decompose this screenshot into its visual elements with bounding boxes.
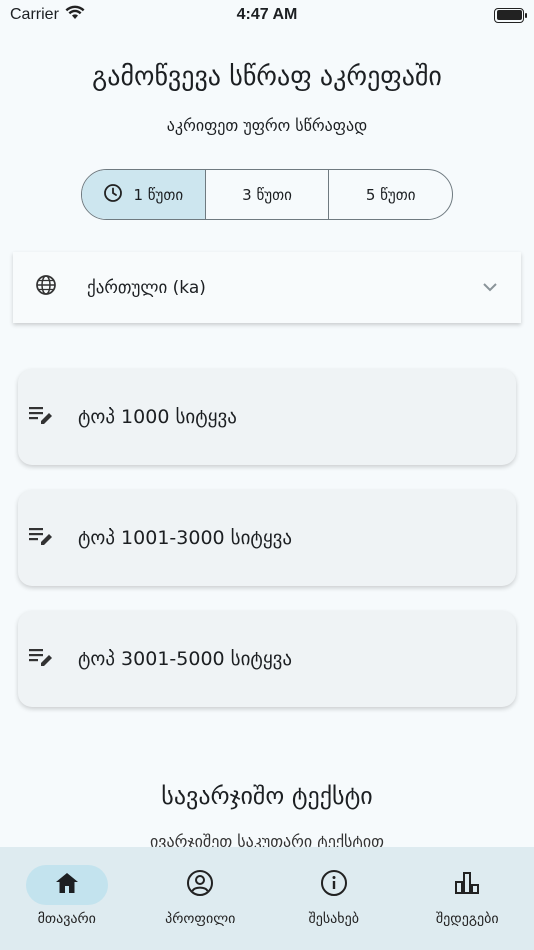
custom-text-title: სავარჯიშო ტექსტი [161, 782, 373, 810]
language-value: ქართული (ka) [87, 277, 206, 298]
chevron-down-icon [481, 278, 499, 298]
duration-option-label: 5 წუთი [365, 185, 416, 204]
nav-item-profile[interactable]: პროფილი [134, 847, 268, 950]
nav-icon-container [159, 865, 241, 905]
nav-item-home[interactable]: მთავარი [0, 847, 134, 950]
chart-icon [453, 870, 481, 900]
nav-icon-container [25, 865, 108, 905]
nav-icon-container [426, 865, 508, 905]
page-title: გამოწვევა სწრაფ აკრეფაში [92, 62, 442, 92]
nav-label: პროფილი [165, 911, 236, 927]
nav-label: შესახებ [308, 911, 359, 927]
duration-selector: 1 წუთი 3 წუთი 5 წუთი [81, 169, 453, 220]
edit-list-icon [28, 646, 54, 673]
nav-item-about[interactable]: შესახებ [267, 847, 401, 950]
duration-option-3[interactable]: 3 წუთი [206, 170, 330, 219]
page-subtitle: აკრიფეთ უფრო სწრაფად [166, 116, 368, 135]
info-icon [320, 869, 348, 901]
duration-option-label: 3 წუთი [242, 185, 292, 204]
word-list-card-top-1000[interactable]: ტოპ 1000 სიტყვა [18, 369, 516, 465]
duration-option-label: 1 წუთი [133, 185, 184, 204]
word-list-label: ტოპ 3001-5000 სიტყვა [78, 648, 293, 670]
nav-label: მთავარი [37, 911, 96, 927]
clock-icon [103, 183, 123, 207]
battery-icon [494, 7, 527, 23]
home-icon [54, 871, 80, 899]
language-dropdown[interactable]: ქართული (ka) [13, 252, 521, 323]
profile-icon [186, 869, 214, 901]
edit-list-icon [28, 404, 54, 431]
word-list-label: ტოპ 1000 სიტყვა [78, 406, 237, 428]
duration-option-1[interactable]: 1 წუთი [82, 170, 206, 219]
status-left: Carrier [10, 5, 85, 25]
nav-label: შედეგები [435, 911, 499, 927]
duration-option-5[interactable]: 5 წუთი [329, 170, 452, 219]
wifi-icon [65, 5, 85, 25]
word-list-label: ტოპ 1001-3000 სიტყვა [78, 527, 293, 549]
status-bar: Carrier 4:47 AM [0, 0, 534, 30]
word-list-card-top-1001-3000[interactable]: ტოპ 1001-3000 სიტყვა [18, 490, 516, 586]
carrier-label: Carrier [10, 6, 59, 23]
edit-list-icon [28, 525, 54, 552]
word-list-card-top-3001-5000[interactable]: ტოპ 3001-5000 სიტყვა [18, 611, 516, 707]
nav-item-results[interactable]: შედეგები [401, 847, 534, 950]
nav-icon-container [293, 865, 375, 905]
bottom-navigation: მთავარი პროფილი შესახებ შედეგები [0, 847, 534, 950]
globe-icon [35, 274, 57, 301]
